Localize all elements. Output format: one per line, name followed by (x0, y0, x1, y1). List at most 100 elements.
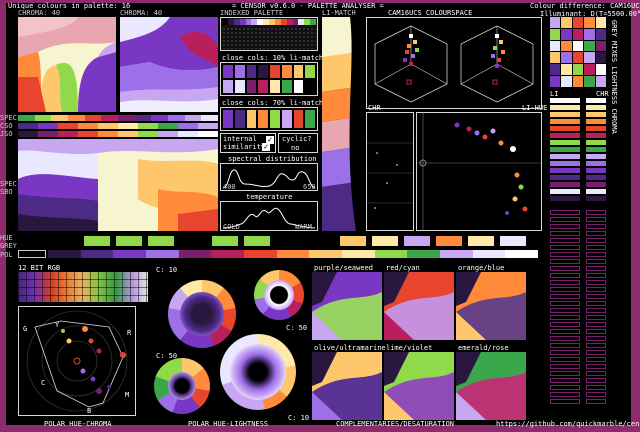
hue-swatch (500, 236, 526, 246)
bar-row (550, 350, 580, 355)
bar-row (586, 238, 606, 243)
colourspace-graph (374, 25, 534, 103)
complementary-panel (384, 352, 454, 420)
indexed-palette-dots (222, 27, 316, 49)
bar-row (550, 126, 580, 131)
bar-row (550, 231, 580, 236)
hue-g-label: G (23, 325, 28, 333)
bar-row (586, 315, 606, 320)
bar-row (586, 105, 606, 110)
hue-swatch (372, 236, 398, 246)
spectral-max: 650 (303, 183, 316, 191)
bar-row (586, 196, 606, 201)
bar-row (586, 308, 606, 313)
close-cols-10-label: close cols: 10% li-match (222, 54, 324, 62)
hue-swatch (84, 236, 110, 246)
colourspace-title: CAM16UCS COLOURSPACE (388, 9, 473, 17)
bar-row (586, 392, 606, 397)
bar-row (550, 308, 580, 313)
hue-swatch (244, 236, 270, 246)
bar-row (586, 343, 606, 348)
hue-swatch-row (84, 236, 534, 246)
sbo-label: SBO (0, 188, 13, 196)
bar-row (586, 112, 606, 117)
indexed-palette-row (222, 19, 316, 25)
bar-row (550, 238, 580, 243)
bar-row (586, 210, 606, 215)
bar-row (550, 98, 580, 103)
ring-c50-b (154, 358, 210, 414)
bar-row (550, 224, 580, 229)
bar-row (550, 392, 580, 397)
bar-row (586, 399, 606, 404)
bar-row (550, 147, 580, 152)
bar-row (586, 385, 606, 390)
bar-row (550, 329, 580, 334)
bar-row (586, 119, 606, 124)
temperature-label: temperature (246, 193, 293, 201)
complementary-label: lime/violet (386, 344, 433, 352)
bar-row (550, 140, 580, 145)
bar-row (550, 399, 580, 404)
hue-swatch (212, 236, 238, 246)
temperature-warm: WARM (295, 223, 312, 231)
bar-row (586, 287, 606, 292)
spectrum-strip (18, 115, 219, 121)
scatter-li-hue-label: LI-HUE (522, 104, 548, 112)
bar-row (586, 350, 606, 355)
hue-swatch (148, 236, 174, 246)
close-cols-70-label: close cols: 70% li-match (222, 99, 324, 107)
bar-row (586, 357, 606, 362)
ring-c10-b (220, 334, 296, 410)
github-link[interactable]: https://github.com/quickmarble/censor (496, 420, 640, 428)
ring-c10-a (168, 280, 236, 348)
hue-lightness-map-left (18, 17, 116, 112)
scatter-chr-label: CHR (368, 104, 381, 112)
ring-c50-a-label: C: 50 (286, 324, 308, 332)
close-cols-70-panel (220, 107, 318, 131)
spectrum-blend (18, 139, 218, 231)
chr-column-label: CHR (596, 90, 609, 98)
hue-c-label: C (41, 379, 46, 387)
bar-row (550, 336, 580, 341)
bar-row (586, 371, 606, 376)
bar-row (586, 133, 606, 138)
bit-rgb-label: 12 BIT RGB (18, 264, 61, 272)
bar-row (586, 224, 606, 229)
bar-row (550, 301, 580, 306)
bar-row (550, 294, 580, 299)
spectrum-blend-graphic (18, 139, 218, 231)
complementary-label: red/cyan (386, 264, 420, 272)
bar-row (586, 147, 606, 152)
chroma-bars (586, 98, 606, 408)
li-match-column (322, 17, 356, 231)
bar-row (550, 259, 580, 264)
lightness-hue-scatter-graph (417, 113, 541, 230)
hue-b-label: B (87, 407, 92, 415)
pol-label: POL (0, 251, 13, 259)
bar-row (586, 273, 606, 278)
complementary-panel (456, 272, 526, 340)
bar-row (586, 245, 606, 250)
chroma-scatter (366, 112, 414, 231)
lightness-hue-scatter (416, 112, 542, 231)
bar-row (550, 280, 580, 285)
bar-row (550, 287, 580, 292)
bar-row (550, 245, 580, 250)
complementaries-grid: purple/seaweed red/cyan orange/blue olive/u… (312, 264, 528, 420)
cyclic-box: cyclic? no (278, 133, 318, 153)
li-match-label: LI-MATCH (322, 9, 356, 17)
bar-row (550, 161, 580, 166)
chroma-label-left: CHROMA: 40 (18, 9, 61, 17)
colourspace-points-right (491, 34, 505, 85)
bar-row (550, 182, 580, 187)
cyclic-value: no (291, 144, 300, 152)
hue-y-label: Y (55, 321, 60, 329)
chroma-label-right: CHROMA: 40 (120, 9, 163, 17)
ring-c10-b-label: C: 10 (288, 414, 310, 422)
spectral-min: 400 (223, 183, 236, 191)
bar-row (586, 259, 606, 264)
bar-row (586, 266, 606, 271)
bar-row (586, 175, 606, 180)
bar-row (586, 322, 606, 327)
